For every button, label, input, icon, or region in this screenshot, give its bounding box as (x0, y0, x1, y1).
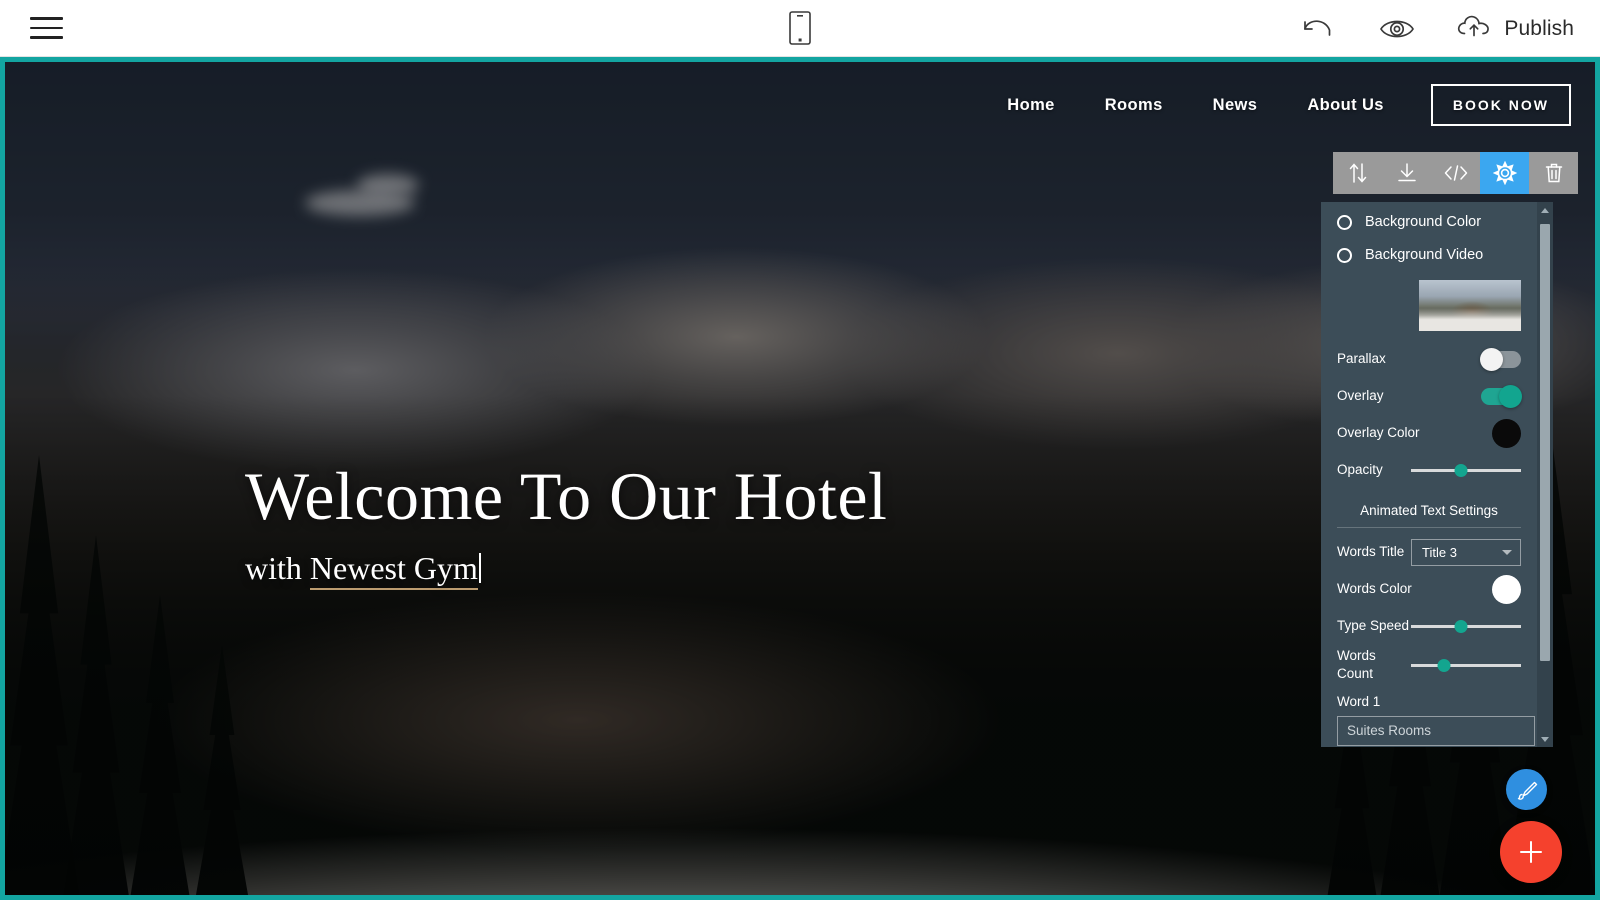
setting-label: Words Title (1337, 544, 1405, 560)
option-label: Background Color (1365, 214, 1482, 230)
site-navigation: Home Rooms News About Us BOOK NOW (982, 84, 1571, 126)
setting-label: Overlay Color (1337, 425, 1420, 441)
scroll-down-arrow-icon[interactable] (1537, 731, 1553, 747)
nav-item-about-us[interactable]: About Us (1282, 87, 1409, 124)
hero-title[interactable]: Welcome To Our Hotel (245, 460, 887, 532)
undo-icon[interactable] (1279, 0, 1357, 57)
code-brackets-icon[interactable] (1431, 152, 1480, 194)
option-background-color[interactable]: Background Color (1337, 214, 1521, 230)
setting-label: Overlay (1337, 388, 1384, 404)
hamburger-menu-icon[interactable] (26, 8, 66, 48)
hero-subtitle-prefix: with (245, 550, 310, 587)
setting-label: Words Color (1337, 581, 1412, 597)
type-speed-slider[interactable] (1411, 620, 1521, 633)
words-color-swatch[interactable] (1492, 575, 1521, 604)
setting-overlay: Overlay (1337, 380, 1522, 413)
editor-actions: Publish (1279, 0, 1578, 57)
setting-label: Parallax (1337, 351, 1386, 367)
setting-words-color: Words Color (1337, 573, 1521, 606)
mobile-preview-icon[interactable] (779, 7, 821, 49)
settings-panel-content: Background Color Background Video Parall… (1321, 202, 1537, 747)
option-label: Background Video (1365, 247, 1484, 263)
download-icon[interactable] (1382, 152, 1431, 194)
eye-preview-icon[interactable] (1357, 0, 1437, 57)
setting-parallax: Parallax (1337, 343, 1521, 376)
scroll-up-arrow-icon[interactable] (1537, 202, 1553, 218)
word1-input[interactable] (1337, 715, 1535, 746)
setting-label: Type Speed (1337, 618, 1410, 634)
style-pen-fab[interactable] (1506, 769, 1547, 810)
parallax-toggle[interactable] (1480, 348, 1521, 371)
overlay-toggle[interactable] (1481, 385, 1522, 408)
setting-words-title: Words Title Title 3 (1337, 536, 1521, 569)
move-block-icon[interactable] (1333, 152, 1382, 194)
words-count-slider[interactable] (1411, 658, 1521, 672)
cloud-upload-icon (1455, 12, 1493, 45)
animated-text-settings-title: Animated Text Settings (1337, 491, 1521, 528)
radio-icon (1337, 214, 1352, 230)
block-settings-panel: Background Color Background Video Parall… (1321, 202, 1553, 747)
overlay-color-swatch[interactable] (1492, 419, 1521, 448)
words-title-select[interactable]: Title 3 (1411, 539, 1521, 566)
text-caret (478, 553, 481, 584)
word1-label: Word 1 (1337, 693, 1381, 709)
setting-label: Words Count (1337, 648, 1376, 682)
block-toolbar (1333, 152, 1578, 194)
editor-top-bar: Publish (0, 0, 1600, 57)
setting-overlay-color: Overlay Color (1337, 417, 1521, 450)
setting-label: Opacity (1337, 462, 1383, 478)
hero-subtitle-typed-word: Newest Gym (309, 550, 478, 591)
book-now-button[interactable]: BOOK NOW (1430, 84, 1571, 126)
option-background-video[interactable]: Background Video (1337, 247, 1521, 263)
nav-item-rooms[interactable]: Rooms (1080, 87, 1188, 124)
setting-opacity: Opacity (1337, 454, 1521, 487)
words-title-value: Title 3 (1422, 545, 1457, 560)
hero-subtitle[interactable]: with Newest Gym (245, 550, 481, 591)
site-canvas: Home Rooms News About Us BOOK NOW Welcom… (0, 57, 1600, 900)
setting-type-speed: Type Speed (1337, 610, 1521, 643)
background-image-thumbnail[interactable] (1419, 280, 1521, 331)
settings-panel-scrollbar[interactable] (1537, 202, 1553, 747)
nav-item-home[interactable]: Home (982, 87, 1079, 124)
trash-icon[interactable] (1529, 152, 1578, 194)
hero-subtitle-wrap: with Newest Gym (245, 550, 481, 591)
gear-icon[interactable] (1480, 152, 1529, 194)
nav-item-news[interactable]: News (1188, 87, 1283, 124)
publish-button[interactable]: Publish (1437, 12, 1578, 45)
setting-words-count: Words Count (1337, 647, 1521, 684)
add-block-fab[interactable] (1500, 821, 1562, 883)
chevron-down-icon (1502, 550, 1512, 555)
hero-text-group: Welcome To Our Hotel with Newest Gym (245, 460, 887, 591)
opacity-slider[interactable] (1411, 464, 1521, 477)
scrollbar-thumb[interactable] (1540, 224, 1550, 661)
radio-icon (1337, 247, 1352, 263)
publish-label: Publish (1504, 16, 1574, 40)
